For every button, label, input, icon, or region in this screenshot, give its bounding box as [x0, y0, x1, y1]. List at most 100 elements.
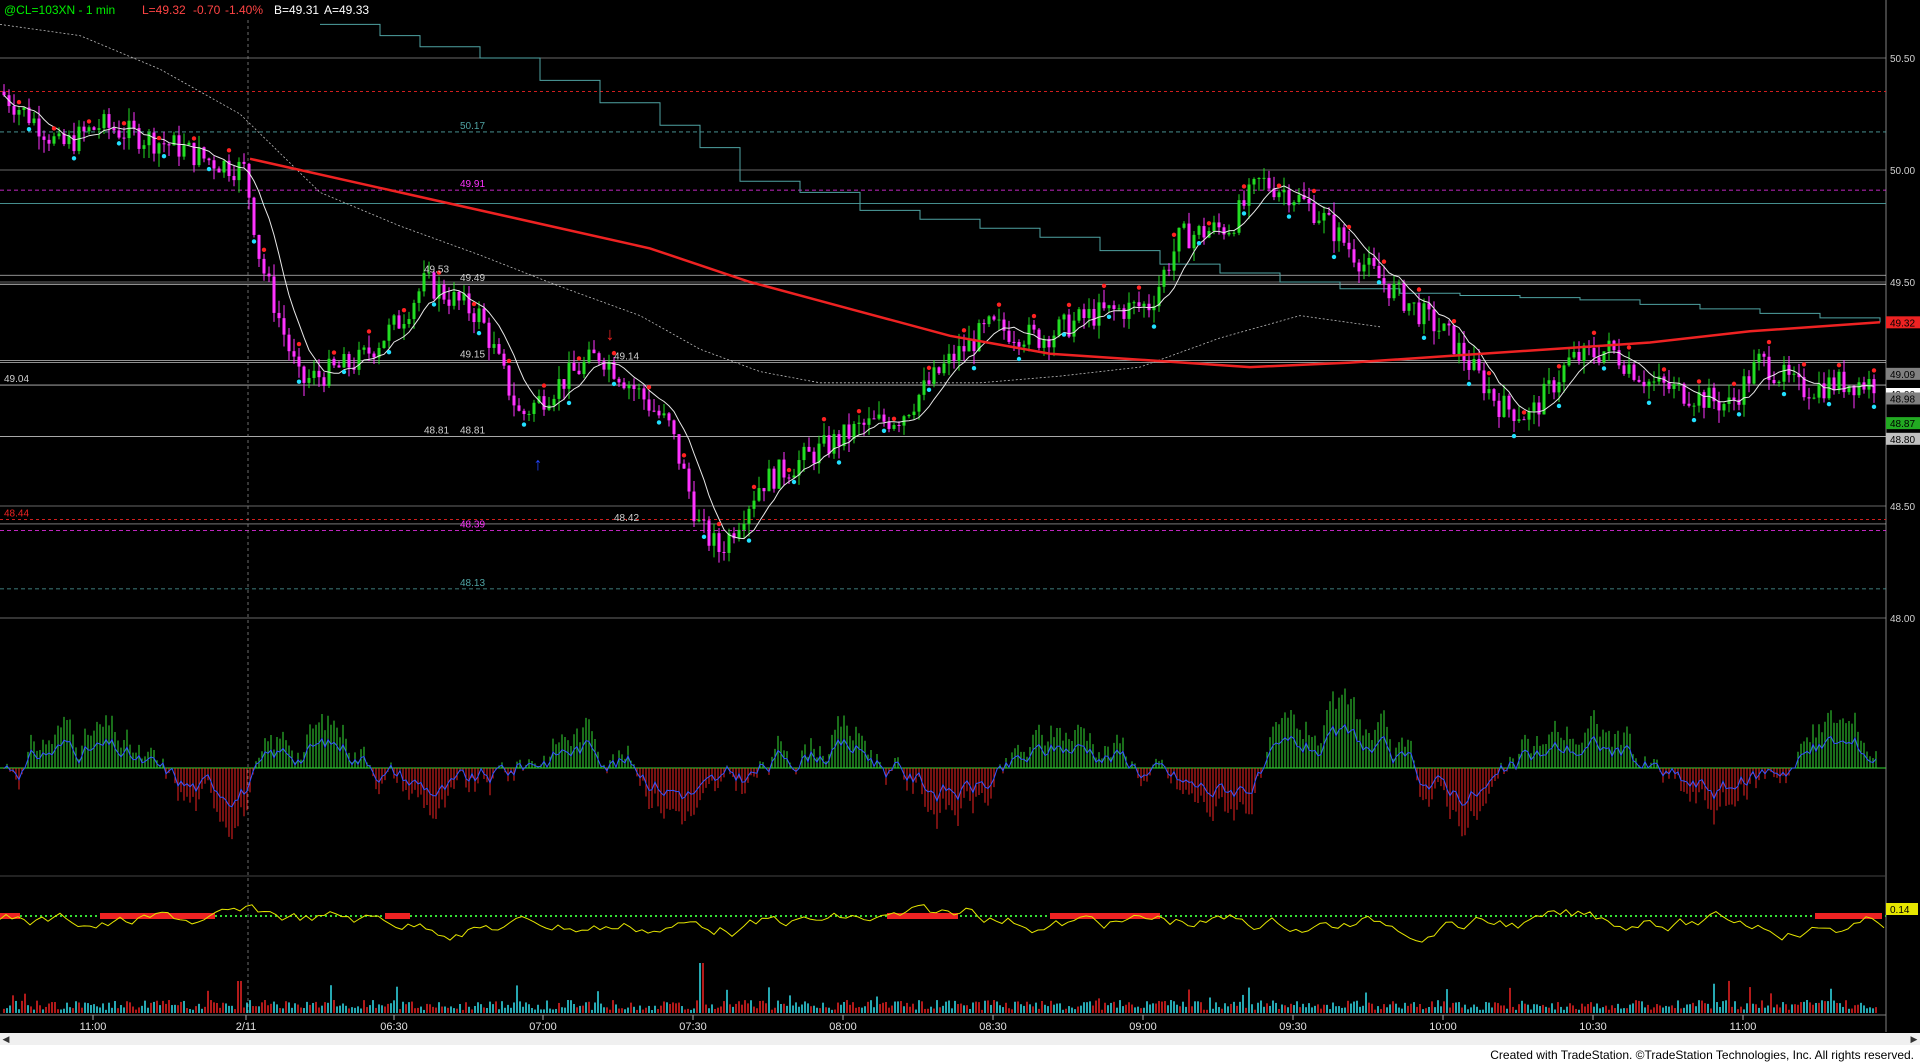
swing-label-12: 48.44 — [4, 508, 29, 519]
candle-body — [102, 114, 106, 129]
swing-low-dot — [746, 538, 752, 543]
candle-body — [1597, 357, 1601, 363]
scroll-left-icon[interactable]: ◀ — [0, 1033, 12, 1045]
candle-body — [1557, 382, 1561, 393]
candle-body — [397, 315, 401, 329]
candle-body — [1442, 323, 1446, 331]
candle-body — [1482, 370, 1486, 394]
candle-body — [1372, 257, 1376, 266]
candle-body — [1817, 383, 1821, 398]
candle-body — [662, 413, 666, 416]
x-tick-07-30: 07:30 — [679, 1021, 707, 1033]
candle-body — [1042, 338, 1046, 348]
swing-low-dot — [1871, 404, 1877, 410]
candle-body — [847, 424, 851, 439]
candle-body — [877, 414, 881, 419]
candle-body — [1352, 249, 1356, 263]
candle-body — [1477, 358, 1481, 371]
candle-body — [897, 425, 901, 427]
candle-body — [552, 398, 556, 406]
candle-body — [367, 347, 371, 354]
candle-body — [337, 365, 341, 368]
candle-body — [1012, 341, 1016, 343]
candle-body — [1362, 264, 1366, 272]
candle-body — [97, 128, 101, 130]
candle-body — [707, 520, 711, 546]
candle-body — [247, 163, 251, 198]
candle-body — [747, 508, 751, 524]
candle-body — [1307, 198, 1311, 204]
candle-body — [512, 395, 516, 406]
candle-body — [1022, 344, 1026, 347]
candle-body — [302, 366, 306, 383]
swing-high-dot — [961, 328, 967, 333]
candle-body — [1147, 303, 1151, 311]
swing-high-dot — [681, 453, 687, 458]
candle-body — [112, 127, 116, 131]
scroll-right-icon[interactable]: ▶ — [1908, 1033, 1920, 1045]
swing-low-dot — [791, 479, 797, 485]
oscillator-red-band-1 — [100, 913, 215, 919]
candle-body — [657, 410, 661, 416]
candle-body — [1062, 314, 1066, 320]
candle-body — [787, 477, 791, 479]
swing-low-dot — [1511, 433, 1517, 439]
y-tick-48.00: 48.00 — [1890, 614, 1915, 625]
candle-body — [1322, 212, 1326, 221]
swing-high-dot — [366, 329, 372, 334]
candle-body — [267, 273, 271, 277]
oscillator-red-band-2 — [385, 913, 410, 919]
swing-high-dot — [1661, 367, 1667, 372]
swing-low-dot — [251, 239, 257, 244]
price-chart[interactable]: 50.50 50.00 49.50 48.50 48.00 11:00 2/11 06:30… — [0, 0, 1920, 1064]
swing-high-dot — [1871, 368, 1877, 373]
candle-body — [1667, 382, 1671, 389]
candle-body — [1647, 381, 1651, 387]
candle-body — [287, 334, 291, 352]
candle-body — [942, 363, 946, 374]
candle-body — [447, 299, 451, 306]
right-price-labels: 49.3249.0949.0048.9848.8748.80 — [1886, 316, 1920, 446]
candle-body — [12, 106, 16, 115]
candle-body — [1687, 403, 1691, 406]
candle-body — [257, 234, 261, 259]
candle-body — [742, 523, 746, 530]
candle-body — [1462, 342, 1466, 361]
candle-body — [692, 491, 696, 522]
candle-body — [532, 402, 536, 414]
candle-body — [1702, 392, 1706, 408]
swing-label-8: 49.91 — [460, 179, 485, 190]
candle-body — [312, 370, 316, 378]
swing-low-dot — [1556, 403, 1562, 409]
candle-body — [277, 312, 281, 319]
candle-body — [1342, 227, 1346, 243]
candle-body — [1332, 214, 1336, 242]
swing-low-dot — [836, 460, 842, 465]
candle-body — [712, 533, 716, 546]
swing-high-dot — [716, 521, 722, 527]
swing-high-dot — [1206, 221, 1212, 226]
candle-body — [1007, 330, 1011, 342]
candle-body — [1622, 365, 1626, 374]
candle-body — [587, 349, 591, 362]
candle-body — [307, 377, 311, 383]
candle-body — [1832, 377, 1836, 391]
candle-body — [127, 120, 131, 139]
swing-low-dot — [1376, 280, 1382, 285]
candle-body — [1032, 324, 1036, 330]
candle-body — [1122, 308, 1126, 319]
candle-body — [987, 316, 991, 325]
swing-high-dot — [401, 308, 407, 313]
down-arrow-icon: ↓ — [606, 324, 615, 344]
candle-body — [242, 161, 246, 164]
header-bid: B=49.31 — [274, 3, 319, 17]
candle-body — [1802, 377, 1806, 398]
swing-low-dot — [1781, 391, 1787, 397]
horizontal-scrollbar[interactable]: ◀ ▶ — [0, 1033, 1920, 1045]
swing-high-dot — [996, 302, 1002, 307]
candle-body — [1732, 397, 1736, 400]
candle-body — [1652, 381, 1656, 383]
swing-high-dot — [331, 350, 337, 355]
candle-body — [1257, 178, 1261, 180]
candle-body — [697, 519, 701, 522]
